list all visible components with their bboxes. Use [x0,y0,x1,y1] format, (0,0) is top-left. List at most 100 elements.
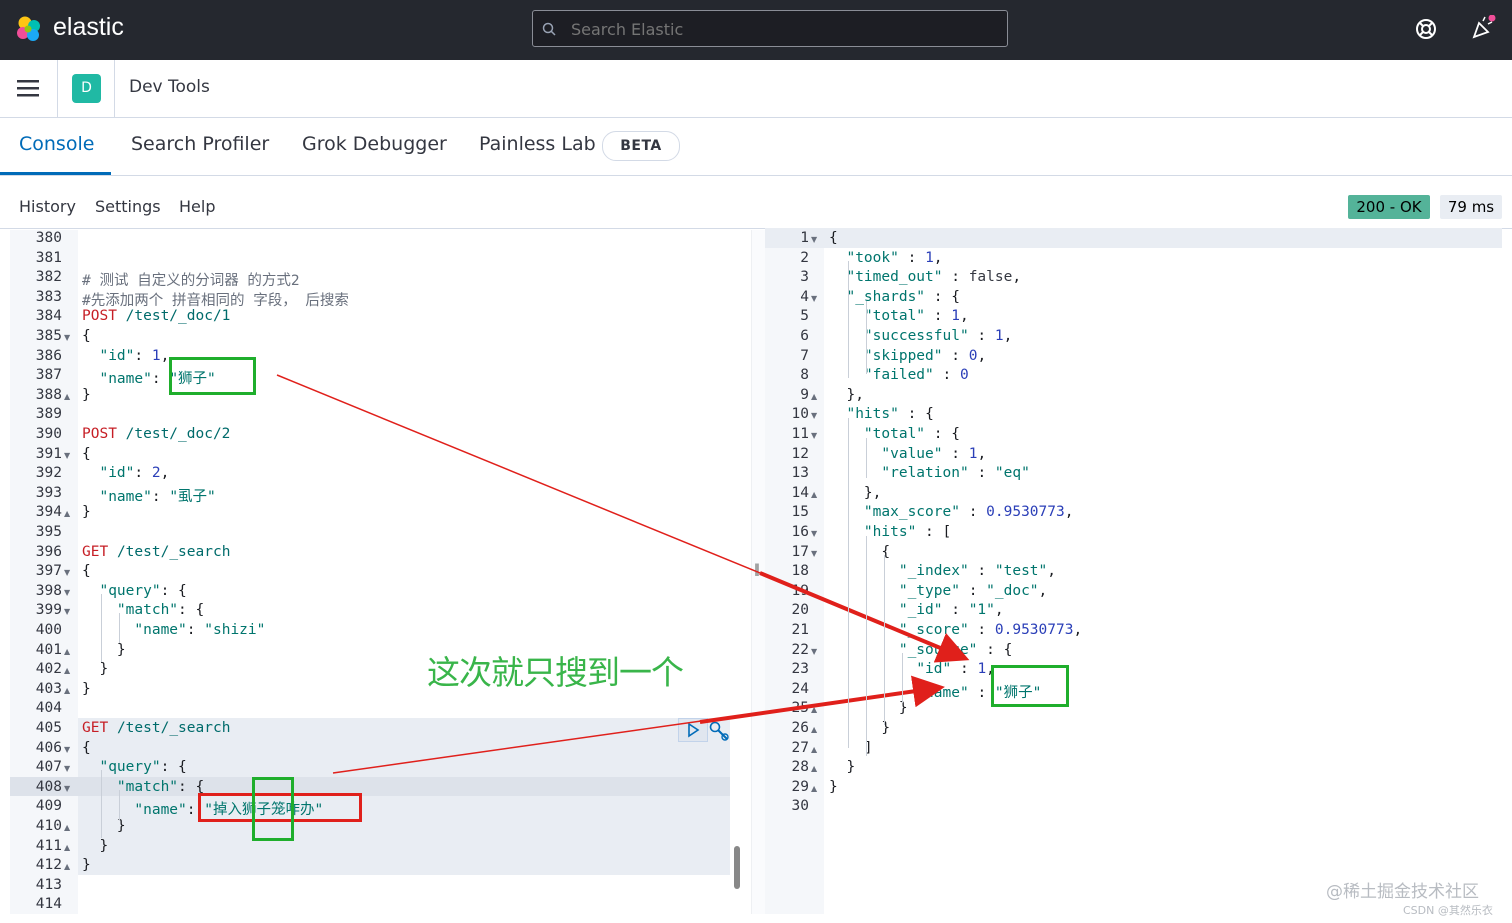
code-line[interactable]: "id" : 1, [829,661,995,677]
fold-up-icon[interactable]: ▲ [64,843,70,852]
fold-down-icon[interactable]: ▼ [64,588,70,597]
fold-down-icon[interactable]: ▼ [811,529,817,538]
code-line[interactable]: { [829,230,838,246]
menu-icon[interactable] [17,80,39,97]
code-line[interactable]: } [82,504,91,520]
code-line[interactable]: }, [829,387,863,403]
code-line[interactable]: } [82,681,91,697]
line-number: 384 [35,308,62,325]
tab-grok-debugger[interactable]: Grok Debugger [302,133,447,155]
code-line[interactable]: { [82,328,91,344]
fold-down-icon[interactable]: ▼ [811,549,817,558]
code-line[interactable]: GET /test/_search [82,544,230,560]
code-line[interactable]: } [82,387,91,403]
code-line[interactable]: "took" : 1, [829,250,942,266]
newsfeed-icon[interactable] [1470,15,1496,41]
fold-up-icon[interactable]: ▲ [811,392,817,401]
fold-down-icon[interactable]: ▼ [811,411,817,420]
wrench-icon[interactable] [708,720,730,742]
code-line[interactable]: "_index" : "test", [829,563,1056,579]
code-line[interactable]: "name": "shizi" [82,622,265,638]
fold-up-icon[interactable]: ▲ [811,490,817,499]
elastic-logo-icon[interactable] [14,14,44,44]
line-number: 401 [35,641,62,658]
history-link[interactable]: History [19,197,76,216]
fold-up-icon[interactable]: ▲ [64,666,70,675]
code-line[interactable]: } [82,661,108,677]
fold-up-icon[interactable]: ▲ [64,392,70,401]
tab-painless-lab[interactable]: Painless Lab [479,133,596,155]
code-line[interactable]: } [829,759,855,775]
code-line[interactable]: } [82,857,91,873]
help-link[interactable]: Help [179,197,215,216]
brand-name[interactable]: elastic [53,13,124,42]
code-line[interactable]: "hits" : { [829,406,933,422]
code-line[interactable]: "_id" : "1", [829,602,1004,618]
code-line[interactable]: "_type" : "_doc", [829,583,1047,599]
send-request-button[interactable] [678,718,708,742]
code-line[interactable]: GET /test/_search [82,720,230,736]
indent-guide [101,770,102,838]
search-input[interactable] [569,11,993,48]
fold-up-icon[interactable]: ▲ [64,823,70,832]
fold-up-icon[interactable]: ▲ [811,725,817,734]
code-line[interactable]: { [82,740,91,756]
code-line[interactable]: #先添加两个 拼音相同的 字段， 后搜索 [82,289,349,310]
editor-scrollbar[interactable] [734,846,740,889]
code-line[interactable]: } [829,720,890,736]
code-line[interactable]: "total" : 1, [829,308,969,324]
code-line[interactable]: "successful" : 1, [829,328,1012,344]
fold-down-icon[interactable]: ▼ [64,764,70,773]
fold-down-icon[interactable]: ▼ [64,607,70,616]
code-line[interactable]: { [829,544,890,560]
code-line[interactable]: } [82,838,108,854]
code-line[interactable]: "query": { [82,583,186,599]
fold-up-icon[interactable]: ▲ [811,764,817,773]
fold-down-icon[interactable]: ▼ [811,235,817,244]
code-line[interactable]: { [82,563,91,579]
code-line[interactable]: "skipped" : 0, [829,348,986,364]
code-line[interactable]: } [829,700,908,716]
fold-up-icon[interactable]: ▲ [64,686,70,695]
code-line[interactable]: } [82,818,126,834]
code-line[interactable]: POST /test/_doc/1 [82,308,230,324]
code-line[interactable]: "query": { [82,759,186,775]
fold-up-icon[interactable]: ▲ [64,647,70,656]
fold-down-icon[interactable]: ▼ [811,647,817,656]
code-line[interactable]: { [82,446,91,462]
top-navigation-bar: elastic [0,0,1512,60]
fold-down-icon[interactable]: ▼ [811,294,817,303]
fold-down-icon[interactable]: ▼ [64,451,70,460]
fold-down-icon[interactable]: ▼ [64,568,70,577]
code-line[interactable]: "id": 1, [82,348,169,364]
code-line[interactable]: "relation" : "eq" [829,465,1029,481]
code-line[interactable]: "value" : 1, [829,446,986,462]
code-line[interactable]: }, [829,485,881,501]
code-line[interactable]: "_source" : { [829,642,1013,658]
global-search[interactable] [532,10,1008,48]
help-icon[interactable] [1414,17,1438,41]
code-line[interactable]: "timed_out" : false, [829,269,1021,285]
fold-down-icon[interactable]: ▼ [64,333,70,342]
code-line[interactable]: } [82,642,126,658]
code-line[interactable]: POST /test/_doc/2 [82,426,230,442]
code-line[interactable]: "failed" : 0 [829,367,969,383]
code-line[interactable]: "id": 2, [82,465,169,481]
code-line[interactable]: } [829,779,838,795]
space-avatar[interactable]: D [72,74,101,103]
fold-up-icon[interactable]: ▲ [811,745,817,754]
fold-down-icon[interactable]: ▼ [64,784,70,793]
fold-up-icon[interactable]: ▲ [811,784,817,793]
tab-search-profiler[interactable]: Search Profiler [131,133,269,155]
fold-up-icon[interactable]: ▲ [64,509,70,518]
resize-handle-icon[interactable]: ‖ [754,562,760,578]
fold-up-icon[interactable]: ▲ [811,705,817,714]
settings-link[interactable]: Settings [95,197,161,216]
tab-console[interactable]: Console [19,133,94,155]
fold-down-icon[interactable]: ▼ [64,745,70,754]
code-line[interactable]: # 测试 自定义的分词器 的方式2 [82,269,300,290]
code-line[interactable]: "name": "虱子" [82,485,215,506]
code-line[interactable]: "max_score" : 0.9530773, [829,504,1074,520]
fold-down-icon[interactable]: ▼ [811,431,817,440]
fold-up-icon[interactable]: ▲ [64,862,70,871]
